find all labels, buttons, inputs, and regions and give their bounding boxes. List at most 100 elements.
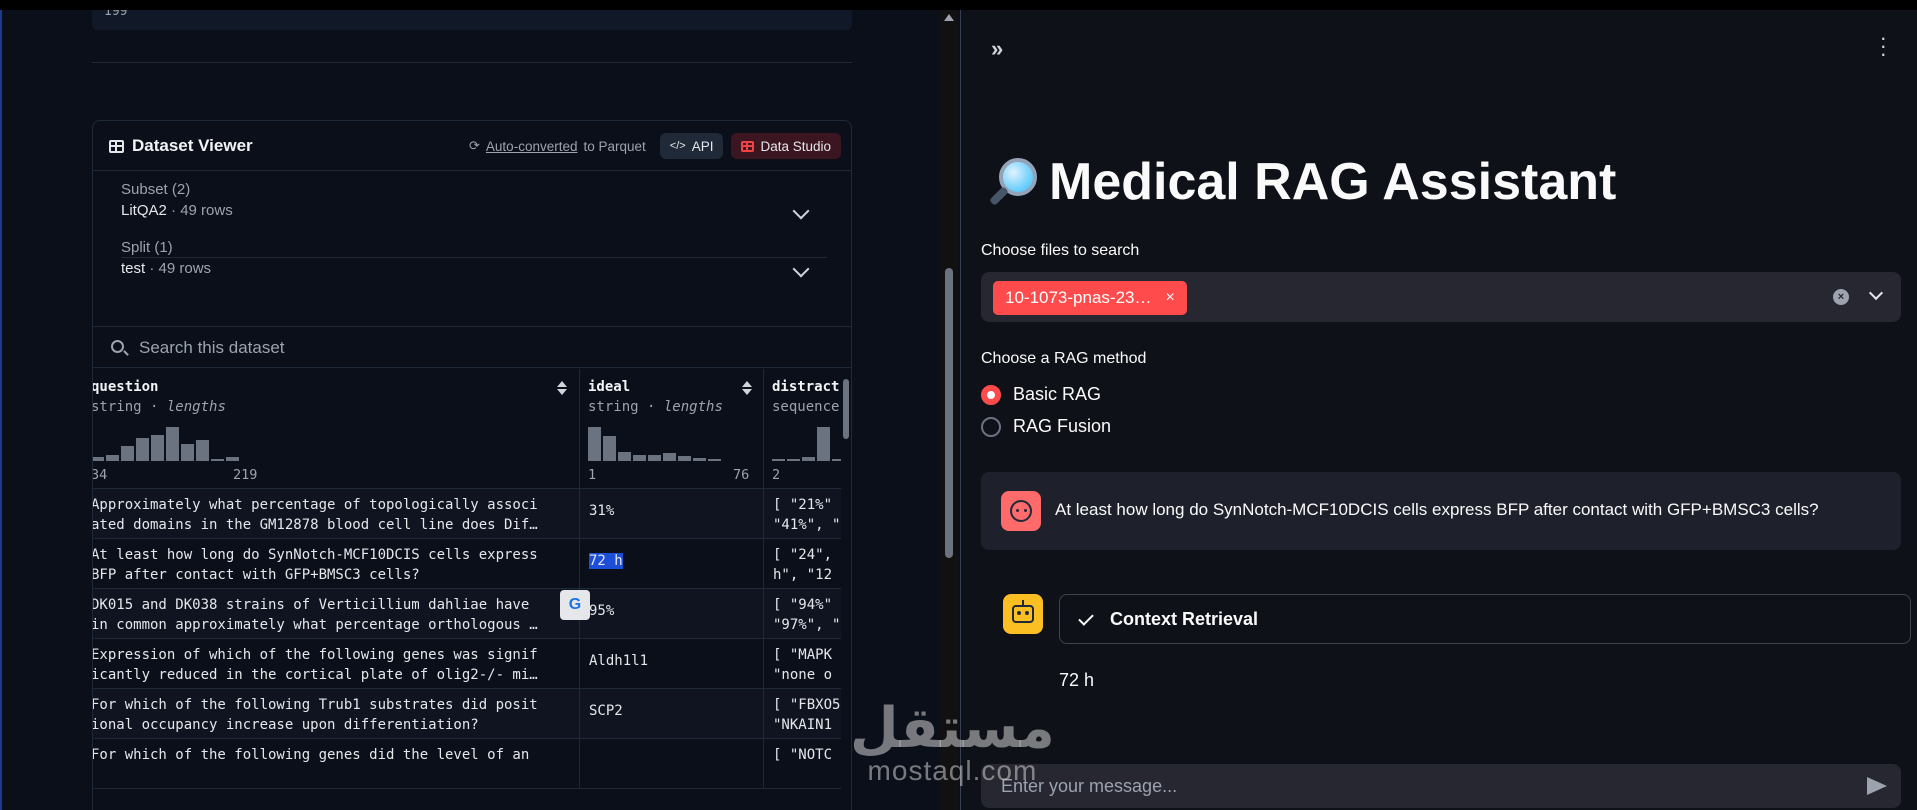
histogram-bar [817, 427, 830, 461]
kebab-menu-icon[interactable]: · · · [1880, 27, 1887, 65]
histogram-bar [106, 455, 119, 461]
histogram-bar [648, 455, 661, 461]
data-studio-button[interactable]: Data Studio [731, 133, 841, 159]
cell-text-line: At least how long do SynNotch-MCF10DCIS … [93, 547, 538, 563]
table-icon [109, 139, 124, 153]
left-pane-scrollbar[interactable] [940, 10, 958, 810]
cell-question[interactable]: Expression of which of the following gen… [93, 645, 569, 685]
table-row[interactable]: At least how long do SynNotch-MCF10DCIS … [93, 539, 841, 589]
column-header-question[interactable]: question string · lengths 34 219 [93, 369, 580, 489]
user-avatar [1001, 491, 1041, 531]
cell-distract[interactable]: [ "FBXO5 "NKAIN1 [773, 695, 840, 735]
status-expander[interactable]: Context Retrieval [1059, 594, 1911, 644]
cell-distract[interactable]: [ "21%" "41%", " [773, 495, 840, 535]
length-histogram [588, 427, 721, 461]
chevron-down-icon[interactable] [1868, 285, 1884, 301]
radio-basic-rag[interactable]: Basic RAG [981, 384, 1101, 405]
cell-question[interactable]: For which of the following Trub1 substra… [93, 695, 569, 735]
page-title-text: Medical RAG Assistant [1049, 153, 1617, 211]
histogram-bar [787, 459, 800, 461]
cell-ideal[interactable]: SCP2 [589, 703, 623, 719]
cell-distract[interactable]: [ "24", h", "12 [773, 545, 832, 585]
radio-label: RAG Fusion [1013, 416, 1112, 436]
range-max: 76 [733, 467, 750, 483]
translate-icon[interactable]: G [560, 590, 590, 620]
cell-text-line: For which of the following Trub1 substra… [93, 697, 538, 713]
user-message-text: At least how long do SynNotch-MCF10DCIS … [1055, 500, 1819, 519]
split-value: test · 49 rows [121, 260, 212, 277]
cell-question[interactable]: At least how long do SynNotch-MCF10DCIS … [93, 545, 569, 585]
api-button[interactable]: </> API [659, 133, 724, 159]
column-header-ideal[interactable]: ideal string · lengths 1 76 [580, 369, 764, 489]
table-row[interactable]: For which of the following genes did the… [93, 739, 841, 789]
auto-converted-link[interactable]: Auto-converted [486, 139, 578, 154]
left-pane-scrollbar-thumb[interactable] [945, 268, 953, 558]
histogram-bar [93, 457, 104, 461]
cell-text-line: h", "12 [773, 567, 833, 583]
column-name: distract [772, 379, 840, 395]
column-name: question [93, 379, 159, 395]
cell-distract[interactable]: [ "MAPK "none o [773, 645, 832, 685]
split-selector[interactable]: Split (1) test · 49 rows [121, 239, 821, 301]
cell-text-line: "97%", " [773, 617, 841, 633]
radio-unchecked-icon[interactable] [981, 416, 1001, 437]
chat-input[interactable]: Enter your message... [981, 764, 1901, 808]
column-type: sequence [772, 399, 840, 415]
dataset-table: question string · lengths 34 219 ideal st… [93, 369, 841, 810]
cell-question[interactable]: Approximately what percentage of topolog… [93, 495, 569, 535]
split-label: Split (1) [121, 239, 173, 256]
cell-question[interactable]: For which of the following genes did the… [93, 745, 569, 765]
cell-text: Aldh1l1 [589, 653, 649, 669]
data-studio-icon [741, 140, 755, 152]
files-label: Choose files to search [981, 242, 1140, 259]
histogram-bar [121, 446, 134, 461]
cell-text-line: icantly reduced in the cortical plate of… [93, 667, 538, 683]
cell-ideal[interactable]: 31% [589, 503, 614, 519]
cell-distract[interactable]: [ "NOTC [773, 745, 832, 765]
length-histogram [772, 427, 841, 461]
check-icon [1078, 610, 1094, 626]
split-name: test [121, 260, 146, 277]
radio-rag-fusion[interactable]: RAG Fusion [981, 416, 1111, 437]
remove-chip-icon[interactable]: × [1165, 289, 1174, 307]
files-multiselect[interactable]: 10-1073-pnas-23… × × [981, 272, 1901, 322]
histogram-bar [618, 452, 631, 461]
scroll-up-icon[interactable] [944, 14, 954, 21]
subset-selector[interactable]: Subset (2) LitQA2 · 49 rows [121, 181, 821, 243]
range-min: 34 [93, 467, 108, 483]
histogram-bar [196, 440, 209, 461]
column-name: ideal [588, 379, 631, 395]
range-max: 219 [233, 467, 258, 483]
window-top-bar [0, 0, 1917, 10]
selected-file-chip[interactable]: 10-1073-pnas-23… × [993, 281, 1187, 315]
cell-ideal[interactable]: Aldh1l1 [589, 653, 648, 669]
cell-ideal[interactable]: 72 h [589, 553, 623, 569]
histogram-range: 2 [772, 467, 781, 483]
column-type: string · lengths [93, 399, 226, 415]
range-min: 1 [588, 467, 597, 483]
expand-sidebar-icon[interactable]: » [991, 36, 1003, 62]
table-row[interactable]: Approximately what percentage of topolog… [93, 489, 841, 539]
table-scrollbar[interactable] [843, 369, 849, 810]
cell-text-line: BFP after contact with GFP+BMSC3 cells? [93, 567, 420, 583]
cell-question[interactable]: DK015 and DK038 strains of Verticillium … [93, 595, 569, 635]
column-header-distract[interactable]: distract sequence 2 [764, 369, 841, 489]
clear-icon[interactable]: × [1833, 289, 1849, 305]
dataset-search-input[interactable]: Search this dataset [93, 326, 851, 368]
assistant-answer: 72 h [1059, 670, 1095, 690]
column-type-suffix: lengths [166, 399, 226, 415]
table-row[interactable]: Expression of which of the following gen… [93, 639, 841, 689]
cell-distract[interactable]: [ "94%" "97%", " [773, 595, 840, 635]
cell-text-line: ated domains in the GM12878 blood cell l… [93, 517, 538, 533]
radio-checked-icon[interactable] [981, 384, 1001, 405]
table-row[interactable]: For which of the following Trub1 substra… [93, 689, 841, 739]
table-scrollbar-thumb[interactable] [843, 379, 849, 439]
cell-ideal[interactable]: 95% [589, 603, 614, 619]
cell-text-line: "41%", " [773, 517, 841, 533]
send-icon[interactable] [1867, 777, 1887, 795]
subset-name: LitQA2 [121, 202, 167, 219]
table-row[interactable]: DK015 and DK038 strains of Verticillium … [93, 589, 841, 639]
chat-placeholder: Enter your message... [1001, 776, 1178, 796]
cell-text: 72 h [589, 553, 623, 569]
subset-rows: 49 rows [180, 202, 233, 219]
